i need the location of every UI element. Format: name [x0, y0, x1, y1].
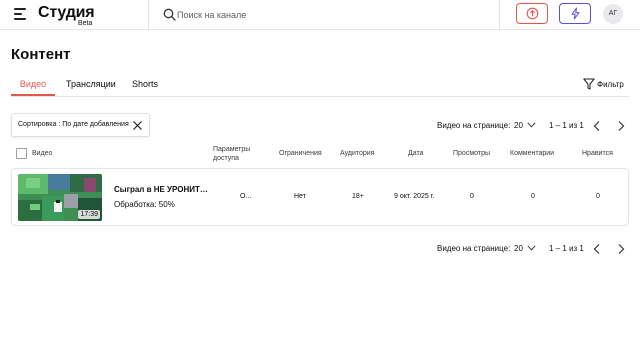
column-restrictions: Ограничения — [279, 150, 322, 157]
per-page-value: 20 — [514, 244, 523, 253]
column-access: Параметры доступа — [213, 146, 251, 162]
select-all-checkbox[interactable] — [16, 148, 27, 159]
chevron-right-icon[interactable] — [615, 243, 627, 255]
column-comments: Комментарии — [510, 150, 555, 157]
chevron-left-icon[interactable] — [591, 120, 603, 132]
avatar[interactable]: АГ — [603, 4, 623, 24]
top-bar: Студия Beta АГ — [0, 0, 640, 30]
filter-label: Фильтр — [597, 80, 624, 89]
date-value: 9 окт. 2025 г. — [394, 193, 435, 200]
tab-video[interactable]: Видео — [11, 76, 55, 96]
sort-label: Сортировка : По дате добавления — [18, 121, 129, 128]
pagination-top: Видео на странице: 20 1 – 1 из 1 — [437, 119, 629, 133]
upload-icon — [526, 7, 539, 20]
audience-value: 18+ — [352, 193, 364, 200]
content-tabs: Видео Трансляции Shorts — [11, 76, 629, 97]
column-date: Дата — [408, 150, 424, 157]
likes-value: 0 — [596, 193, 600, 200]
comments-value: 0 — [531, 193, 535, 200]
column-video: Видео — [32, 150, 53, 157]
chevron-down-icon — [527, 122, 536, 128]
table-row[interactable]: 17:39 Сыграл в НЕ УРОНИТЬ... Обработка: … — [11, 168, 629, 226]
column-views: Просмотры — [453, 150, 490, 157]
beta-badge: Beta — [78, 20, 93, 27]
per-page-select[interactable]: 20 — [513, 119, 537, 133]
studio-logo[interactable]: Студия Beta — [38, 4, 95, 27]
restrictions-value: Нет — [294, 193, 306, 200]
filter-icon — [583, 78, 595, 90]
menu-icon[interactable] — [14, 7, 30, 21]
video-duration: 17:39 — [78, 210, 100, 219]
per-page-value: 20 — [514, 121, 523, 130]
video-thumbnail[interactable]: 17:39 — [18, 174, 102, 221]
close-icon[interactable] — [132, 120, 143, 131]
access-value[interactable]: О... — [240, 193, 251, 200]
chevron-down-icon — [527, 245, 536, 251]
views-value: 0 — [470, 193, 474, 200]
per-page-label: Видео на странице: — [437, 121, 511, 130]
per-page-label: Видео на странице: — [437, 244, 511, 253]
pagination-bottom: Видео на странице: 20 1 – 1 из 1 — [437, 242, 629, 256]
table-header: Видео Параметры доступа Ограничения Ауди… — [11, 144, 629, 168]
page-range: 1 – 1 из 1 — [549, 121, 584, 130]
column-likes: Нравится — [582, 150, 613, 157]
tab-shorts[interactable]: Shorts — [132, 76, 158, 96]
per-page-select[interactable]: 20 — [513, 242, 537, 256]
video-title[interactable]: Сыграл в НЕ УРОНИТЬ... — [114, 185, 209, 194]
search-icon[interactable] — [163, 8, 176, 21]
tab-streams[interactable]: Трансляции — [66, 76, 116, 96]
chevron-right-icon[interactable] — [615, 120, 627, 132]
processing-status: Обработка: 50% — [114, 200, 175, 209]
chevron-left-icon[interactable] — [591, 243, 603, 255]
lightning-icon — [571, 7, 580, 20]
sort-chip[interactable]: Сортировка : По дате добавления — [11, 113, 150, 137]
upload-button[interactable] — [516, 3, 548, 24]
page-range: 1 – 1 из 1 — [549, 244, 584, 253]
search-bar — [148, 0, 500, 30]
go-live-button[interactable] — [559, 3, 591, 24]
page-title: Контент — [11, 46, 71, 63]
search-input[interactable] — [177, 7, 487, 23]
column-audience: Аудитория — [340, 150, 375, 157]
